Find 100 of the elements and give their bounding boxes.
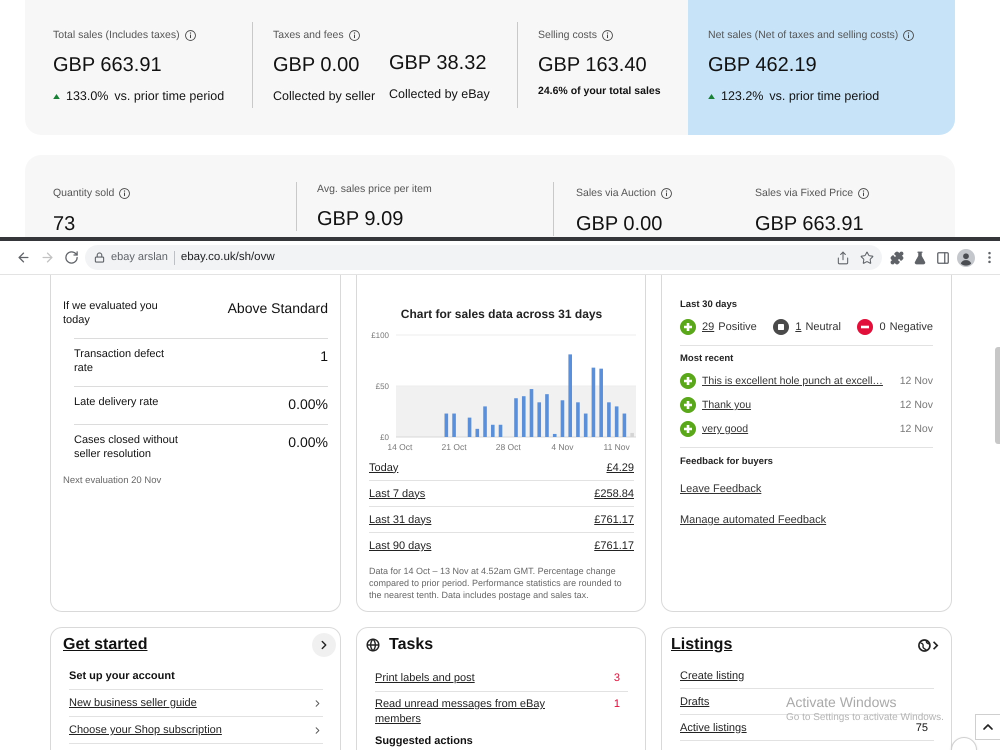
chevron-button[interactable] <box>312 633 336 657</box>
chart-title: Chart for sales data across 31 days <box>400 307 604 321</box>
count-link[interactable]: 1 <box>795 320 802 334</box>
sales-bar <box>498 424 502 437</box>
task-link[interactable]: Read unread messages from eBay members <box>375 697 560 727</box>
sales-bar <box>614 406 618 437</box>
feedback-comment-link[interactable]: This is excellent hole punch at excell… <box>702 374 883 388</box>
metric-value: GBP 38.32 <box>389 51 488 75</box>
feedback-link[interactable]: Manage automated Feedback <box>680 514 826 526</box>
section-heading: Feedback for buyers <box>680 456 774 468</box>
globe-chevron-icon[interactable] <box>918 638 940 652</box>
card-title[interactable]: Listings <box>671 635 732 655</box>
metric-value: 73 <box>53 212 76 236</box>
sales-bar <box>560 400 564 437</box>
period-amount-link[interactable]: £761.17 <box>594 539 634 553</box>
feedback-comment-link[interactable]: Thank you <box>702 398 752 412</box>
listing-link[interactable]: Create listing <box>680 668 744 682</box>
profile-avatar-icon[interactable] <box>957 248 975 266</box>
info-icon[interactable] <box>184 30 196 40</box>
metric-label: Quantity sold <box>53 187 114 199</box>
guide-link[interactable]: New business seller guide <box>69 696 197 710</box>
listing-link[interactable]: Active listings <box>680 720 747 734</box>
info-icon[interactable] <box>602 30 613 40</box>
sales-bar <box>545 394 549 437</box>
sales-bar <box>622 414 626 437</box>
listing-link[interactable]: Drafts <box>680 694 710 708</box>
section-heading: Set up your account <box>69 669 175 683</box>
feedback-comment-link[interactable]: very good <box>702 422 748 436</box>
feedback-date: 12 Nov <box>900 374 933 388</box>
task-count: 1 <box>614 697 621 712</box>
guide-link[interactable]: Choose your Shop subscription <box>69 723 222 737</box>
sales-bar <box>483 406 487 437</box>
sales-bar <box>452 414 456 437</box>
address-bar[interactable]: ebay arslan ebay.co.uk/sh/ovw <box>85 245 882 270</box>
count-label: Neutral <box>805 320 841 334</box>
section-heading: Last 30 days <box>680 299 738 311</box>
side-panel-icon[interactable] <box>936 250 950 264</box>
plus-circle-icon <box>680 421 696 437</box>
period-link[interactable]: Last 31 days <box>369 512 432 526</box>
axis-label: 14 Oct <box>387 442 412 452</box>
listing-count: 75 <box>916 720 929 734</box>
lock-icon[interactable] <box>94 252 105 263</box>
sales-bar <box>476 428 480 437</box>
metric-value: 0.00% <box>288 433 328 451</box>
metric-value: GBP 0.00 <box>576 212 664 236</box>
share-note: 24.6% of your total sales <box>538 84 662 98</box>
section-heading: Most recent <box>680 353 734 365</box>
card-title[interactable]: Get started <box>63 635 148 655</box>
info-icon[interactable] <box>858 188 870 198</box>
count-link[interactable]: 29 <box>702 320 714 334</box>
period-link[interactable]: Today <box>369 460 398 474</box>
change-percent: 133.0% <box>66 88 108 104</box>
metric-value: 0.00% <box>288 395 328 413</box>
info-icon[interactable] <box>119 188 130 198</box>
period-link[interactable]: Last 90 days <box>369 539 432 553</box>
info-icon[interactable] <box>903 30 914 40</box>
metric-value: GBP 0.00 <box>273 53 360 77</box>
metric-value: GBP 163.40 <box>538 53 648 77</box>
flask-icon[interactable] <box>913 250 927 264</box>
next-evaluation-text: Next evaluation 20 Nov <box>63 475 162 487</box>
minus-circle-icon <box>857 319 874 335</box>
scroll-top-button[interactable] <box>975 714 1000 740</box>
metric-label: Selling costs <box>538 29 597 41</box>
change-percent: 123.2% <box>721 88 764 104</box>
period-amount-link[interactable]: £4.29 <box>606 460 634 474</box>
sales-bar <box>530 389 534 437</box>
metric-caption: Collected by eBay <box>389 86 490 102</box>
star-icon[interactable] <box>860 250 874 264</box>
axis-label: £100 <box>371 331 389 340</box>
feedback-link[interactable]: Leave Feedback <box>680 483 762 495</box>
square-circle-icon <box>773 319 790 335</box>
period-link[interactable]: Last 7 days <box>369 486 426 500</box>
activation-notice-title: Activate Windows <box>786 694 898 711</box>
task-link[interactable]: Print labels and post <box>375 671 560 686</box>
sales-bar <box>599 368 603 437</box>
sales-bar <box>607 402 611 437</box>
share-icon[interactable] <box>836 250 850 264</box>
data-note: Data for 14 Oct – 13 Nov at 4.52am GMT. Percentage change compared to prior period. Performance statistics are rounded to the nearest tenth. Data includes postage and sales tax. <box>369 565 623 601</box>
info-icon[interactable] <box>348 30 360 40</box>
puzzle-icon[interactable] <box>890 250 904 264</box>
sales-bar <box>444 414 448 437</box>
period-amount-link[interactable]: £258.84 <box>594 486 634 500</box>
period-amount-link[interactable]: £761.17 <box>594 512 634 526</box>
seller-level-value: Above Standard <box>228 299 328 317</box>
info-icon[interactable] <box>660 188 672 198</box>
evaluation-label: If we evaluated you today <box>63 299 159 327</box>
plus-circle-icon <box>680 397 696 413</box>
axis-label: £0 <box>380 433 389 442</box>
axis-label: 11 Nov <box>604 442 630 452</box>
activation-notice-text: Go to Settings to activate Windows. <box>786 711 944 723</box>
metric-label: Transaction defect rate <box>74 347 166 375</box>
sales-bar <box>537 402 542 437</box>
feedback-date: 12 Nov <box>900 398 933 412</box>
sales-bar <box>552 434 556 437</box>
sales-bar <box>490 424 495 437</box>
feedback-date: 12 Nov <box>900 422 933 436</box>
axis-label: 21 Oct <box>442 442 467 452</box>
metric-value: 1 <box>320 347 328 365</box>
reload-icon[interactable] <box>64 250 78 265</box>
scrollbar-thumb[interactable] <box>995 347 1000 444</box>
